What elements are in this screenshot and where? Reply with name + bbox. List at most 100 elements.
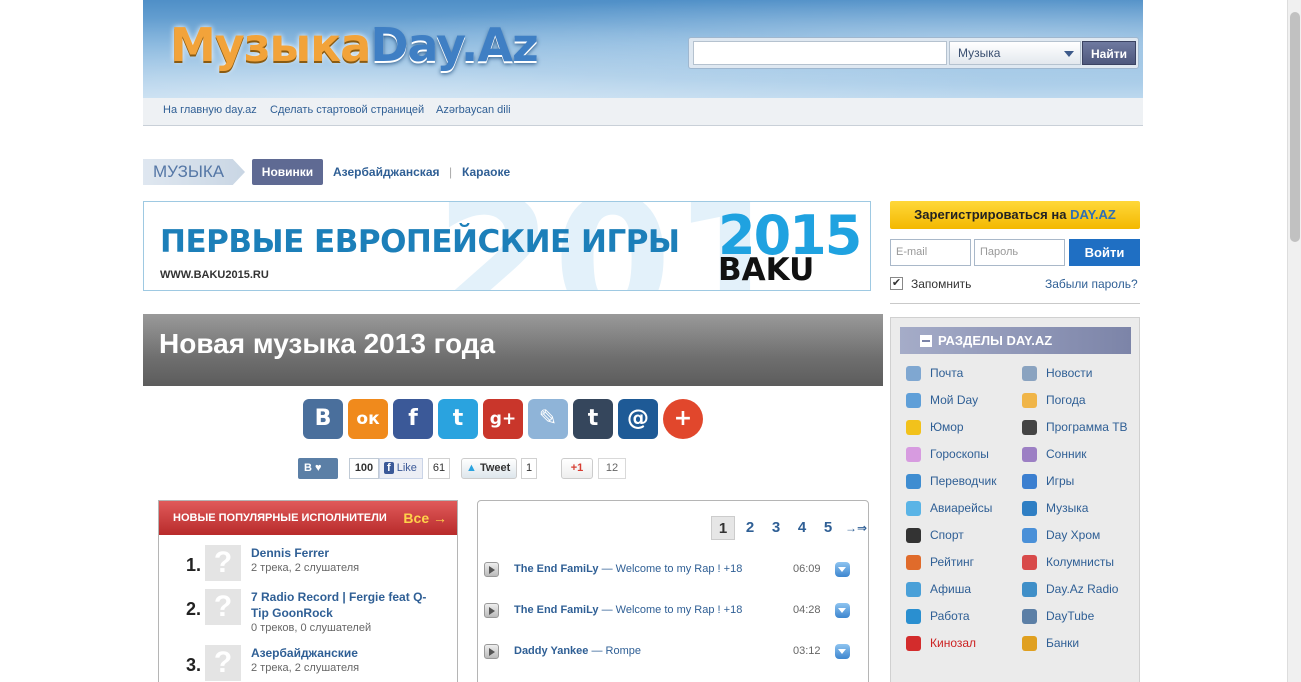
artist-avatar[interactable]: ? (205, 645, 241, 681)
popular-artists-all-link[interactable]: Все → (403, 501, 447, 535)
remember-checkbox[interactable]: ✔ (890, 277, 903, 290)
forgot-password-link[interactable]: Забыли пароль? (1045, 277, 1138, 291)
site-logo[interactable]: МузыкаDay.Az (170, 18, 539, 72)
mail-icon[interactable]: @ (618, 399, 658, 439)
odnoklassniki-icon[interactable]: ок (348, 399, 388, 439)
search-category-select[interactable]: Музыка (949, 41, 1081, 65)
section-link-games[interactable]: Игры (1022, 473, 1132, 491)
section-link-mail[interactable]: Почта (906, 365, 1016, 383)
page-link-2[interactable]: 2 (738, 516, 762, 540)
artist-rank: 3. (185, 655, 201, 675)
password-field[interactable]: Пароль (974, 239, 1065, 266)
section-link-smile[interactable]: Юмор (906, 419, 1016, 437)
mail-icon (906, 366, 921, 381)
section-link-pen[interactable]: Колумнисты (1022, 554, 1132, 572)
section-link-poster[interactable]: Афиша (906, 581, 1016, 599)
page-link-1[interactable]: 1 (711, 516, 735, 540)
section-link-user[interactable]: Мой Day (906, 392, 1016, 410)
artist-avatar[interactable]: ? (205, 589, 241, 625)
tweet-count: 1 (521, 458, 537, 479)
book-icon (906, 474, 921, 489)
artist-avatar[interactable]: ? (205, 545, 241, 581)
music-icon (1022, 501, 1037, 516)
section-link-book[interactable]: Переводчик (906, 473, 1016, 491)
google-plus-icon[interactable]: g+ (483, 399, 523, 439)
google-plus-one-button[interactable]: +1 (561, 458, 593, 479)
nav-link-azerbaijani[interactable]: Azərbaycan dili (436, 104, 511, 116)
section-link-plane[interactable]: Авиарейсы (906, 500, 1016, 518)
section-link-label: Программа ТВ (1046, 420, 1128, 434)
section-link-monitor[interactable]: DayTube (1022, 608, 1132, 626)
nav-link-make-start[interactable]: Сделать стартовой страницей (270, 104, 424, 116)
vk-icon[interactable]: В (303, 399, 343, 439)
register-label: Зарегистрироваться на (914, 207, 1071, 222)
search-category-value: Музыка (958, 46, 1001, 60)
facebook-icon[interactable]: f (393, 399, 433, 439)
nav-link-home[interactable]: На главную day.az (163, 104, 257, 116)
banner-city: BAKU (718, 252, 815, 288)
tweet-button[interactable]: ▲ Tweet (461, 458, 517, 479)
page-next-link[interactable]: →⇒ (843, 516, 869, 540)
artist-item[interactable]: 3. ? Азербайджанские 2 трека, 2 слушател… (159, 645, 457, 682)
track-song: — Welcome to my Rap ! +18 (598, 563, 743, 575)
track-row: The End FamiLy — Welcome to my Rap ! +18… (484, 560, 854, 580)
section-link-browser[interactable]: Day Хром (1022, 527, 1132, 545)
search-button[interactable]: Найти (1082, 41, 1136, 65)
login-button[interactable]: Войти (1069, 239, 1140, 266)
track-song: — Welcome to my Rap ! +18 (598, 604, 743, 616)
sections-header[interactable]: РАЗДЕЛЫ DAY.AZ (900, 327, 1131, 354)
more-icon[interactable]: + (663, 399, 703, 439)
artist-name[interactable]: 7 Radio Record | Fergie feat Q-Tip GoonR… (251, 589, 441, 621)
collapse-icon[interactable] (920, 335, 932, 347)
artist-name[interactable]: Dennis Ferrer (251, 545, 441, 561)
section-link-briefcase[interactable]: Работа (906, 608, 1016, 626)
section-link-news[interactable]: Новости (1022, 365, 1132, 383)
play-icon[interactable] (484, 644, 499, 659)
track-title[interactable]: Daddy Yankee — Rompe (514, 645, 641, 657)
track-artist: Daddy Yankee (514, 645, 589, 657)
page-link-3[interactable]: 3 (764, 516, 788, 540)
popular-artists-header: НОВЫЕ ПОПУЛЯРНЫЕ ИСПОЛНИТЕЛИ Все → (159, 501, 457, 535)
download-icon[interactable] (835, 562, 850, 577)
section-link-ball[interactable]: Спорт (906, 527, 1016, 545)
section-link-bank[interactable]: Банки (1022, 635, 1132, 653)
section-link-star[interactable]: Гороскопы (906, 446, 1016, 464)
download-icon[interactable] (835, 644, 850, 659)
track-title[interactable]: The End FamiLy — Welcome to my Rap ! +18 (514, 604, 742, 616)
ad-banner[interactable]: 201 ПЕРВЫЕ ЕВРОПЕЙСКИЕ ИГРЫ WWW.BAKU2015… (143, 201, 871, 291)
twitter-icon[interactable]: t (438, 399, 478, 439)
tab-azerbaijani[interactable]: Азербайджанская (333, 165, 440, 179)
page-link-4[interactable]: 4 (790, 516, 814, 540)
section-link-moon[interactable]: Сонник (1022, 446, 1132, 464)
facebook-like-button[interactable]: f Like (379, 458, 423, 479)
track-row: The End FamiLy — Welcome to my Rap ! +18… (484, 601, 854, 621)
page-link-5[interactable]: 5 (816, 516, 840, 540)
section-link-chart[interactable]: Рейтинг (906, 554, 1016, 572)
livejournal-icon[interactable]: ✎ (528, 399, 568, 439)
register-button[interactable]: Зарегистрироваться на DAY.AZ (890, 201, 1140, 229)
scrollbar-thumb[interactable] (1290, 12, 1300, 242)
section-link-weather[interactable]: Погода (1022, 392, 1132, 410)
search-input[interactable] (693, 41, 947, 65)
email-field[interactable]: E-mail (890, 239, 971, 266)
track-title[interactable]: The End FamiLy — Welcome to my Rap ! +18 (514, 563, 742, 575)
section-link-tv[interactable]: Программа ТВ (1022, 419, 1132, 437)
pen-icon (1022, 555, 1037, 570)
section-link-radio[interactable]: Day.Az Radio (1022, 581, 1132, 599)
tumblr-icon[interactable]: t (573, 399, 613, 439)
section-link-music[interactable]: Музыка (1022, 500, 1132, 518)
vk-like-button[interactable]: В ♥ (298, 458, 338, 479)
play-icon[interactable] (484, 562, 499, 577)
search-box: Музыка Найти (688, 37, 1139, 69)
artist-name[interactable]: Азербайджанские (251, 645, 441, 661)
tab-separator: | (449, 165, 453, 179)
tab-new[interactable]: Новинки (252, 159, 323, 185)
tweet-label: Tweet (479, 462, 511, 474)
page-scrollbar[interactable] (1287, 0, 1301, 682)
tab-karaoke[interactable]: Караоке (462, 165, 510, 179)
section-link-camera[interactable]: Кинозал (906, 635, 1016, 653)
download-icon[interactable] (835, 603, 850, 618)
artist-item[interactable]: 1. ? Dennis Ferrer 2 трека, 2 слушателя (159, 545, 457, 589)
artist-item[interactable]: 2. ? 7 Radio Record | Fergie feat Q-Tip … (159, 589, 457, 634)
play-icon[interactable] (484, 603, 499, 618)
